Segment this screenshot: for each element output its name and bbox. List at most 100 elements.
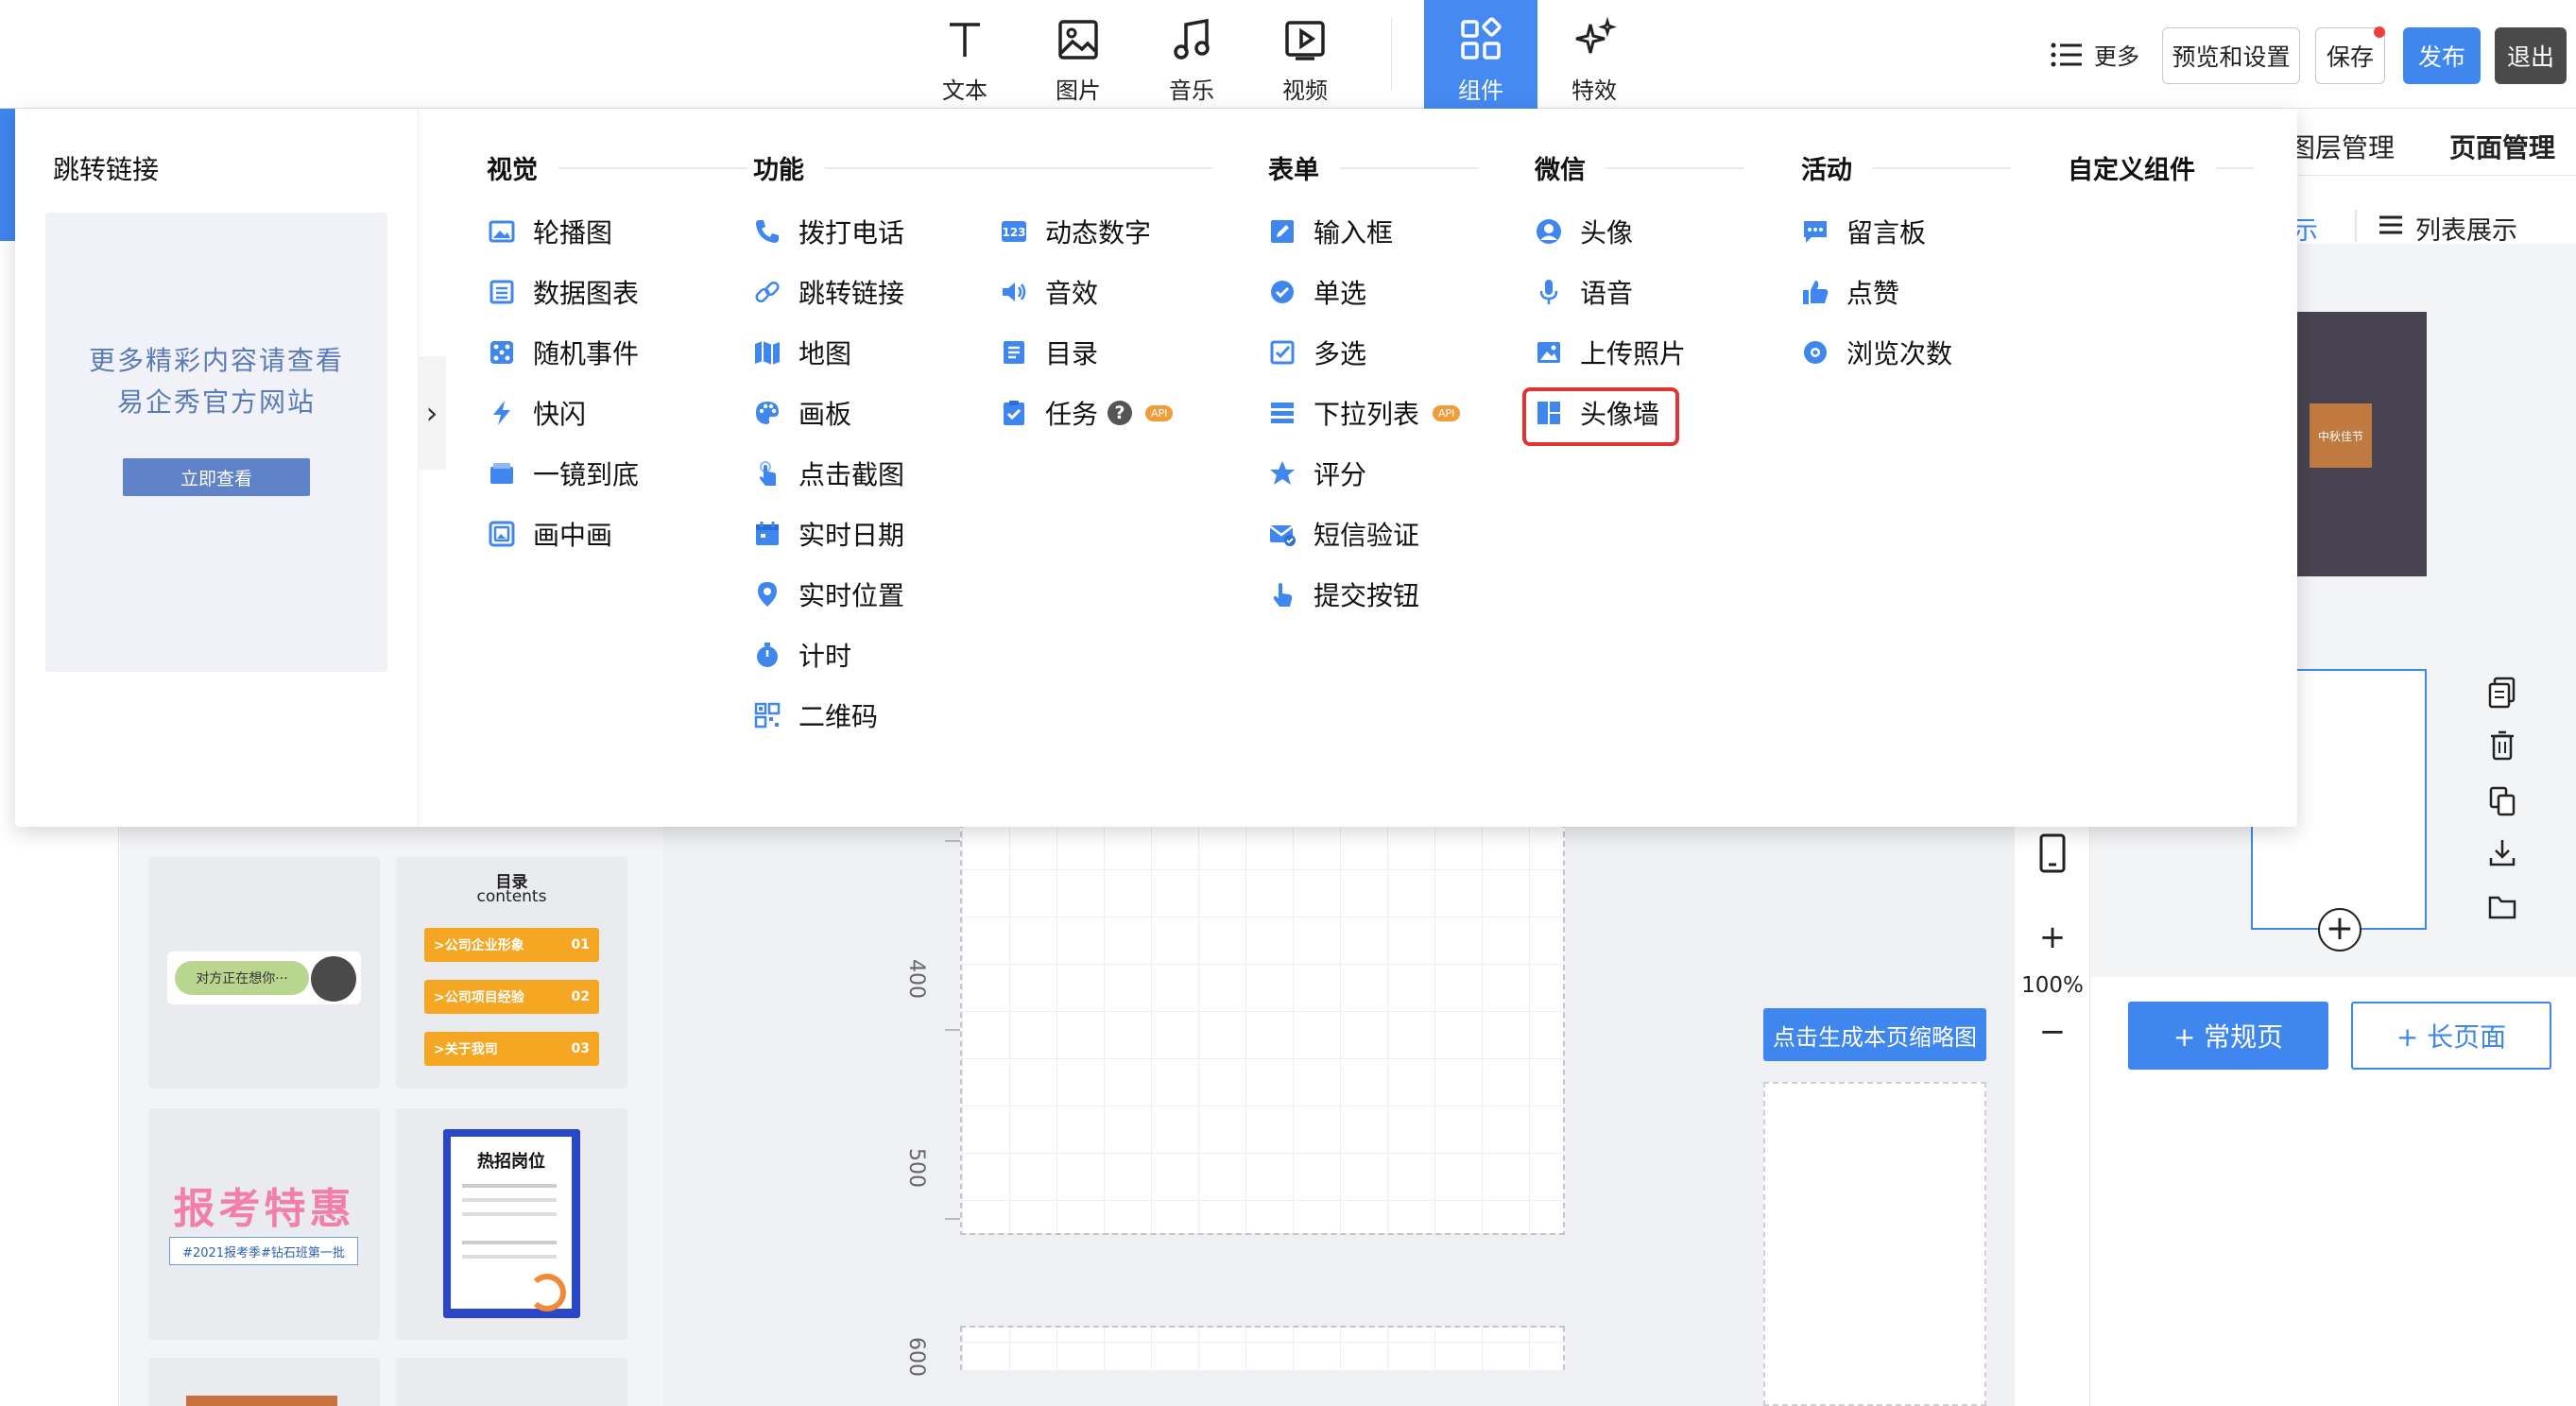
item-single-choice[interactable]: 单选 [1268,273,1366,311]
template-thumb-hiring[interactable]: 热招岗位 [396,1108,627,1340]
item-label: 画中画 [533,520,613,551]
zoom-controls: + 100% − [2015,813,2090,1406]
left-accent-strip [0,109,15,241]
user-circle-icon [1535,217,1563,246]
trash-icon[interactable] [2487,729,2525,767]
generate-thumbnail-button[interactable]: 点击生成本页缩略图 [1763,1008,1986,1061]
item-label: 多选 [1314,338,1367,369]
more-menu[interactable]: 更多 [2051,38,2139,71]
view-list-toggle[interactable]: 列表展示 [2378,210,2517,247]
music-icon [1169,17,1214,66]
item-screenshot[interactable]: 点击截图 [753,454,904,492]
item-call[interactable]: 拨打电话 [753,213,904,250]
exit-button[interactable]: 退出 [2495,27,2567,84]
item-catalog[interactable]: 目录 [1000,334,1098,371]
category-visual: 视觉 [487,149,747,186]
item-jump-link[interactable]: 跳转链接 [753,273,904,311]
tool-image[interactable]: 图片 [1026,0,1130,109]
item-label: 输入框 [1314,217,1394,249]
template-thumb[interactable] [396,1358,627,1406]
copy-icon[interactable] [2487,677,2525,714]
item-label: 计时 [799,641,852,672]
item-drawing-board[interactable]: 画板 [753,394,851,432]
eye-icon [1801,338,1829,367]
tab-page-manage[interactable]: 页面管理 [2449,128,2555,165]
template-thumb-toc[interactable]: 目录 contents >公司企业形象 01 >公司项目经验 02 >关于我司 03 [396,857,627,1089]
template-thumb[interactable] [148,1358,380,1406]
download-icon[interactable] [2487,837,2525,875]
item-rating[interactable]: 评分 [1268,454,1366,492]
item-realtime-date[interactable]: 实时日期 [753,515,904,553]
item-input-box[interactable]: 输入框 [1268,213,1393,250]
pointer-hand-icon [1268,580,1297,609]
item-realtime-location[interactable]: 实时位置 [753,575,904,613]
tool-music[interactable]: 音乐 [1140,0,1244,109]
item-qrcode[interactable]: 二维码 [753,696,878,734]
template-thumb-promo[interactable]: 报考特惠 #2021报考季#钻石班第一批 [148,1108,380,1340]
dice-icon [488,338,516,367]
check-circle-icon [1268,278,1297,306]
item-dropdown-list[interactable]: 下拉列表 API [1268,394,1461,432]
item-task[interactable]: 任务 ? API [1000,394,1174,432]
carousel-icon [488,217,516,246]
item-map[interactable]: 地图 [753,334,851,371]
item-label: 提交按钮 [1314,580,1420,611]
item-label: 点击截图 [799,459,905,490]
avatar [311,956,356,1002]
tool-component[interactable]: 组件 [1424,0,1537,109]
calendar-icon [753,520,781,548]
qrcode-icon [753,701,781,729]
item-carousel[interactable]: 轮播图 [488,213,612,250]
item-label: 评分 [1314,459,1367,490]
api-badge: API [1433,404,1461,421]
publish-button[interactable]: 发布 [2403,27,2481,84]
item-pip[interactable]: 画中画 [488,515,612,553]
zoom-out-icon[interactable]: − [2015,1013,2090,1051]
item-view-count[interactable]: 浏览次数 [1801,334,1952,371]
item-timer[interactable]: 计时 [753,636,851,674]
item-label: 下拉列表 [1314,399,1420,430]
ad-banner [45,213,387,672]
collapse-arrow-icon[interactable]: › [418,356,446,470]
item-label: 留言板 [1846,217,1927,249]
item-voice[interactable]: 语音 [1535,273,1633,311]
item-sound-effect[interactable]: 音效 [1000,273,1098,311]
add-long-page-button[interactable]: + 长页面 [2351,1002,2551,1070]
template-thumb-chat[interactable]: 对方正在想你··· [148,857,380,1089]
item-like[interactable]: 点赞 [1801,273,1899,311]
item-random-event[interactable]: 随机事件 [488,334,639,371]
duplicate-icon[interactable] [2487,784,2525,822]
chat-icon [1801,217,1829,246]
folder-icon[interactable] [2487,890,2525,928]
add-normal-page-button[interactable]: + 常规页 [2128,1002,2328,1070]
item-message-board[interactable]: 留言板 [1801,213,1926,250]
item-flash[interactable]: 快闪 [488,394,586,432]
microphone-icon [1535,278,1563,306]
item-dynamic-number[interactable]: 123 动态数字 [1000,213,1151,250]
item-avatar[interactable]: 头像 [1535,213,1633,250]
tap-icon [753,459,781,488]
tool-effects[interactable]: 特效 [1542,0,1646,109]
unsaved-dot [2374,26,2385,38]
item-submit-button[interactable]: 提交按钮 [1268,575,1419,613]
speaker-icon [1000,278,1028,306]
canvas-overflow-area [960,1233,1565,1328]
tool-text[interactable]: 文本 [913,0,1017,109]
item-one-shot[interactable]: 一镜到底 [488,454,639,492]
tool-label: 图片 [1056,77,1101,104]
toc-item: >关于我司 [434,1042,498,1057]
add-page-icon[interactable]: + [2318,908,2361,952]
tool-video[interactable]: 视频 [1253,0,1357,109]
help-icon[interactable]: ? [1108,401,1133,425]
phone-preview-icon[interactable] [2015,833,2090,882]
tab-layer-manage[interactable]: 图层管理 [2289,128,2395,165]
item-upload-photo[interactable]: 上传照片 [1535,334,1686,371]
zoom-in-icon[interactable]: + [2015,918,2090,956]
item-sms-verify[interactable]: 短信验证 [1268,515,1419,553]
view-now-button[interactable]: 立即查看 [123,458,310,496]
item-data-chart[interactable]: 数据图表 [488,273,639,311]
item-multi-choice[interactable]: 多选 [1268,334,1366,371]
category-function: 功能 [753,149,1212,186]
preview-settings-button[interactable]: 预览和设置 [2162,27,2300,84]
palette-icon [753,399,781,427]
